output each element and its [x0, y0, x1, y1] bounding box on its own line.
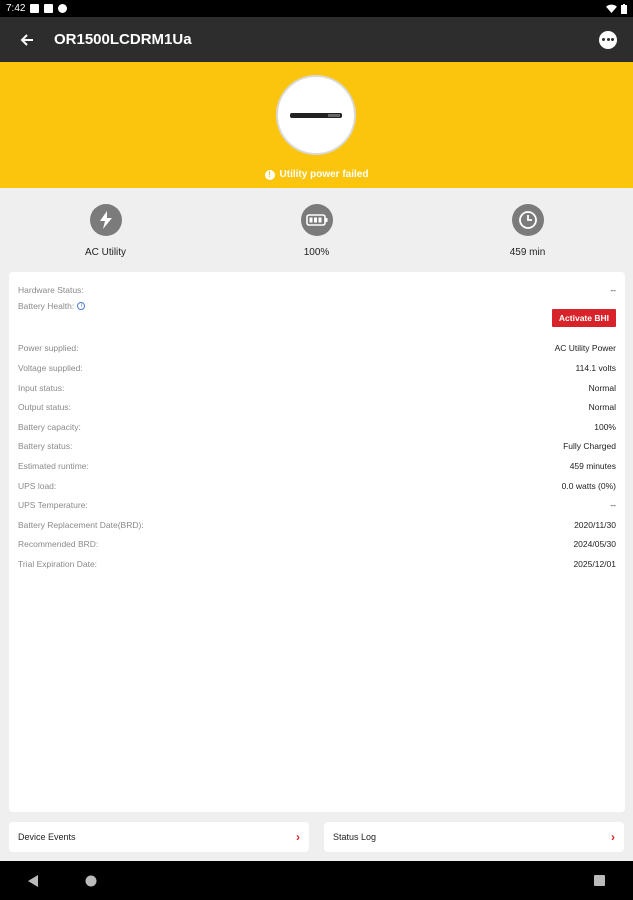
system-navigation-bar: [0, 861, 633, 900]
status-banner: ! Utility power failed: [0, 62, 633, 188]
detail-value: 2025/12/01: [573, 558, 616, 569]
status-log-label: Status Log: [333, 832, 377, 842]
alert-message: ! Utility power failed: [0, 169, 633, 180]
status-log-link[interactable]: Status Log ›: [324, 822, 624, 852]
notification-icon: [30, 4, 40, 13]
device-details-card: Hardware Status: -- Battery Health: i Ac…: [9, 272, 625, 812]
stat-runtime: 459 min: [422, 188, 633, 270]
page-title: OR1500LCDRM1Ua: [54, 31, 192, 48]
detail-row: Trial Expiration Date: 2025/12/01: [18, 554, 616, 574]
device-image: [276, 75, 356, 155]
detail-label: Trial Expiration Date:: [18, 558, 98, 569]
detail-row: Voltage supplied: 114.1 volts: [18, 358, 616, 378]
detail-label: Estimated runtime:: [18, 460, 89, 471]
wifi-icon: [606, 4, 617, 13]
nav-home-icon[interactable]: [85, 875, 97, 887]
detail-label: Battery Health:: [18, 300, 75, 311]
arrow-left-icon: [20, 33, 33, 46]
detail-label: UPS load:: [18, 480, 57, 491]
device-events-link[interactable]: Device Events ›: [9, 822, 309, 852]
detail-row: Power supplied: AC Utility Power: [18, 339, 616, 359]
stat-label: 100%: [303, 247, 330, 258]
chevron-right-icon: ›: [296, 830, 300, 844]
stat-battery: 100%: [211, 188, 422, 270]
detail-label: Recommended BRD:: [18, 539, 99, 550]
detail-label: Hardware Status:: [18, 284, 84, 295]
detail-row-battery-health: Battery Health: i Activate BHI: [18, 300, 616, 339]
detail-row: Battery capacity: 100%: [18, 417, 616, 437]
nav-recents-icon[interactable]: [594, 875, 605, 886]
back-button[interactable]: [16, 29, 38, 51]
detail-row: UPS Temperature: --: [18, 495, 616, 515]
ups-device-icon: [290, 112, 342, 118]
detail-label: Input status:: [18, 382, 65, 393]
status-bar: 7:42: [0, 0, 633, 17]
chevron-right-icon: ›: [611, 830, 615, 844]
detail-row: Input status: Normal: [18, 378, 616, 398]
device-events-label: Device Events: [18, 832, 76, 842]
stat-power-source: AC Utility: [0, 188, 211, 270]
sync-icon: [58, 4, 68, 13]
summary-stats: AC Utility 100% 459 min: [0, 188, 633, 270]
gallery-icon: [44, 4, 54, 13]
alert-text: Utility power failed: [279, 169, 369, 180]
detail-label: Output status:: [18, 402, 71, 413]
detail-label: Battery status:: [18, 441, 73, 452]
detail-row: Estimated runtime: 459 minutes: [18, 456, 616, 476]
detail-value: 2024/05/30: [573, 539, 616, 550]
detail-value: 114.1 volts: [575, 362, 616, 373]
detail-value: 100%: [594, 421, 616, 432]
detail-label: UPS Temperature:: [18, 500, 88, 511]
detail-value: 459 minutes: [569, 460, 616, 471]
detail-row-hardware-status: Hardware Status: --: [18, 280, 616, 300]
battery-status-icon: [621, 3, 627, 14]
info-icon[interactable]: i: [77, 301, 86, 310]
detail-value: Normal: [588, 382, 616, 393]
detail-value: --: [610, 500, 616, 511]
info-icon: !: [264, 169, 275, 180]
detail-value: Fully Charged: [563, 441, 616, 452]
battery-icon: [300, 204, 333, 236]
activate-bhi-button[interactable]: Activate BHI: [551, 308, 616, 327]
detail-row: Battery Replacement Date(BRD): 2020/11/30: [18, 515, 616, 535]
detail-value: AC Utility Power: [554, 343, 616, 354]
stat-label: AC Utility: [84, 247, 127, 258]
detail-row: Output status: Normal: [18, 397, 616, 417]
detail-label: Battery Replacement Date(BRD):: [18, 519, 144, 530]
detail-row: Battery status: Fully Charged: [18, 437, 616, 457]
lightning-icon: [89, 204, 122, 236]
detail-value: Normal: [588, 402, 616, 413]
detail-row: Recommended BRD: 2024/05/30: [18, 535, 616, 555]
detail-label: Battery capacity:: [18, 421, 81, 432]
detail-label: Voltage supplied:: [18, 362, 83, 373]
stat-label: 459 min: [509, 247, 546, 258]
status-time: 7:42: [6, 3, 26, 14]
nav-back-icon[interactable]: [28, 875, 39, 887]
detail-value: 2020/11/30: [574, 519, 616, 530]
detail-value: --: [610, 284, 616, 295]
clock-icon: [511, 204, 544, 236]
detail-row: UPS load: 0.0 watts (0%): [18, 476, 616, 496]
app-bar: OR1500LCDRM1Ua: [0, 17, 633, 62]
more-options-button[interactable]: [599, 30, 617, 49]
detail-value: 0.0 watts (0%): [561, 480, 616, 491]
detail-label: Power supplied:: [18, 343, 79, 354]
